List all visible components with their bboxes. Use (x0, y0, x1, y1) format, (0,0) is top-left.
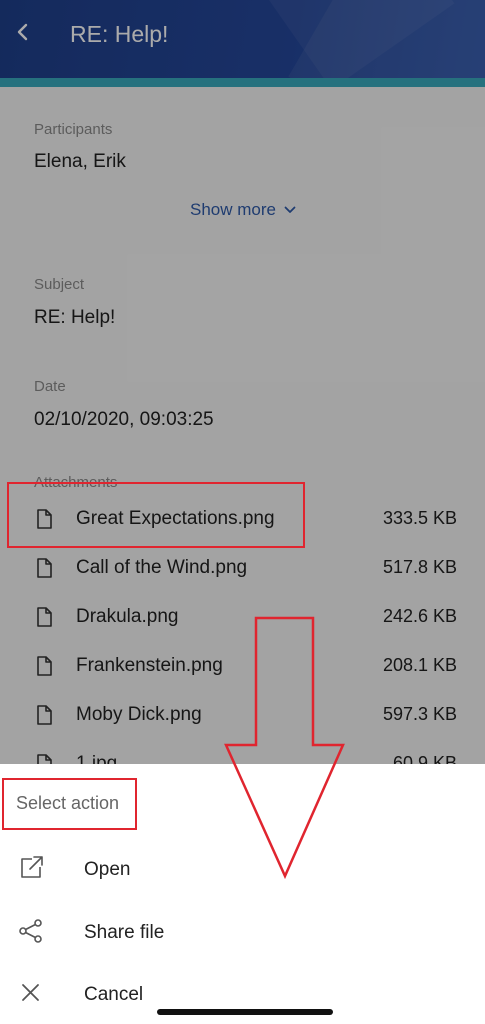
share-file-action[interactable]: Share file (0, 906, 485, 962)
attachment-row[interactable]: Drakula.png 242.6 KB (0, 594, 485, 642)
attachment-size: 517.8 KB (382, 557, 457, 577)
attachments-label: Attachments (34, 474, 118, 491)
subject-label: Subject (34, 276, 85, 293)
action-sheet-title: Select action (16, 793, 120, 813)
file-icon (37, 656, 52, 676)
open-action[interactable]: Open (0, 843, 485, 899)
file-icon (37, 509, 52, 529)
attachment-row[interactable]: 1.jpg 60.9 KB (0, 741, 485, 764)
attachment-row[interactable]: Frankenstein.png 208.1 KB (0, 643, 485, 691)
attachment-name: Drakula.png (76, 606, 179, 627)
open-action-label: Open (84, 859, 131, 880)
attachment-row[interactable]: Call of the Wind.png 517.8 KB (0, 545, 485, 593)
cancel-action[interactable]: Cancel (0, 968, 485, 1024)
file-icon (37, 754, 52, 764)
attachment-name: Great Expectations.png (76, 508, 275, 529)
cancel-action-label: Cancel (84, 984, 144, 1005)
show-more-button[interactable]: Show more (190, 200, 296, 220)
app-header: RE: Help! (0, 0, 485, 78)
attachment-size: 60.9 KB (392, 753, 457, 764)
file-icon (37, 607, 52, 627)
attachment-row[interactable]: Great Expectations.png 333.5 KB (0, 496, 485, 544)
chevron-down-icon (284, 206, 296, 213)
attachment-size: 333.5 KB (382, 508, 457, 528)
home-indicator[interactable] (157, 1009, 333, 1015)
subject-value: RE: Help! (34, 307, 116, 328)
participants-label: Participants (34, 121, 113, 138)
chevron-left-icon (17, 23, 28, 41)
message-details: Participants Elena, Erik Show more Subje… (0, 87, 485, 764)
back-button[interactable] (8, 17, 38, 47)
participants-value: Elena, Erik (34, 151, 126, 172)
header-accent-stripe (0, 78, 485, 87)
attachment-name: 1.jpg (76, 753, 118, 764)
file-icon (37, 558, 52, 578)
date-label: Date (34, 378, 66, 395)
attachment-name: Frankenstein.png (76, 655, 223, 676)
screen: RE: Help! Participants Elena, Erik Show … (0, 0, 485, 1024)
attachment-size: 597.3 KB (382, 704, 457, 724)
share-file-action-label: Share file (84, 922, 165, 943)
action-sheet: Select action Open Share file Cancel (0, 764, 485, 1024)
date-value: 02/10/2020, 09:03:25 (34, 409, 214, 430)
attachment-size: 242.6 KB (382, 606, 457, 626)
attachment-name: Moby Dick.png (76, 704, 202, 725)
external-link-icon (21, 856, 43, 878)
close-icon (22, 984, 39, 1001)
attachment-name: Call of the Wind.png (76, 557, 248, 578)
attachment-size: 208.1 KB (382, 655, 457, 675)
share-icon (19, 919, 42, 943)
page-title: RE: Help! (70, 21, 169, 47)
file-icon (37, 705, 52, 725)
show-more-label: Show more (190, 200, 276, 219)
attachment-row[interactable]: Moby Dick.png 597.3 KB (0, 692, 485, 740)
